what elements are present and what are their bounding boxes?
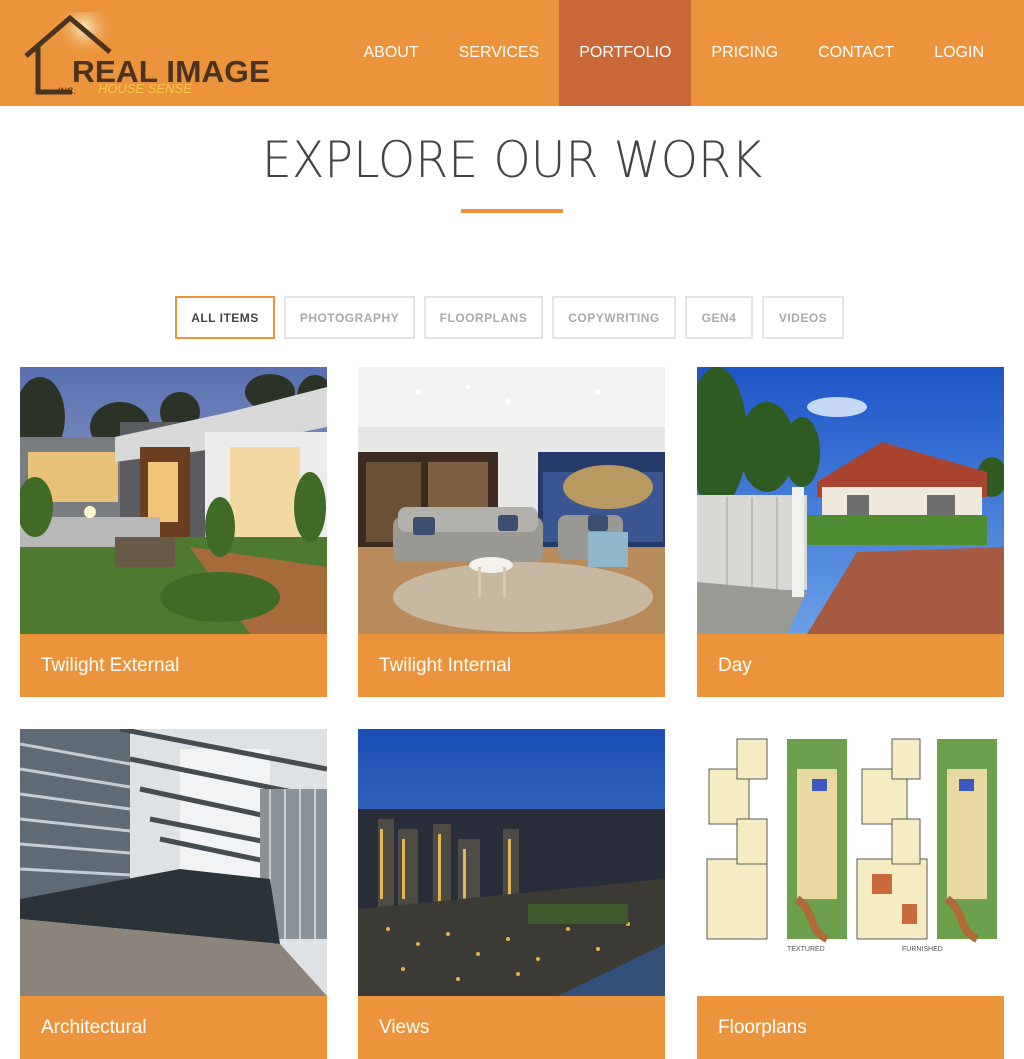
page-title: EXPLORE OUR WORK	[261, 131, 763, 189]
architectural-pool-photo	[20, 729, 327, 996]
card-caption: Day	[697, 634, 1004, 697]
portfolio-card-views[interactable]: Views	[358, 729, 665, 1059]
portfolio-card-floorplans[interactable]: TEXTURED FURNISHED Floorplans	[697, 729, 1004, 1059]
card-caption: Twilight External	[20, 634, 327, 697]
city-views-photo	[358, 729, 665, 996]
main-nav: ABOUT SERVICES PORTFOLIO PRICING CONTACT…	[343, 0, 1004, 106]
card-caption: Floorplans	[697, 996, 1004, 1059]
filter-copywriting[interactable]: COPYWRITING	[552, 296, 676, 339]
brand-inc: INC.	[58, 86, 76, 96]
site-header: REAL IMAGE INC. HOUSE SENSE ABOUT SERVIC…	[0, 0, 1024, 106]
brand-tagline: HOUSE SENSE	[98, 81, 192, 96]
filter-all-items[interactable]: ALL ITEMS	[175, 296, 275, 339]
twilight-internal-photo	[358, 367, 665, 634]
nav-login[interactable]: LOGIN	[914, 0, 1004, 106]
twilight-external-photo	[20, 367, 327, 634]
nav-services[interactable]: SERVICES	[439, 0, 560, 106]
nav-contact[interactable]: CONTACT	[798, 0, 914, 106]
title-divider	[461, 209, 563, 213]
filter-gen4[interactable]: GEN4	[685, 296, 753, 339]
floorplan-label-furnished: FURNISHED	[902, 946, 943, 953]
portfolio-card-architectural[interactable]: Architectural	[20, 729, 327, 1059]
brand-logo[interactable]: REAL IMAGE INC. HOUSE SENSE	[22, 12, 270, 98]
nav-portfolio[interactable]: PORTFOLIO	[559, 0, 692, 106]
portfolio-card-twilight-internal[interactable]: Twilight Internal	[358, 367, 665, 697]
portfolio-card-day[interactable]: Day	[697, 367, 1004, 697]
filter-photography[interactable]: PHOTOGRAPHY	[284, 296, 415, 339]
day-house-photo	[697, 367, 1004, 634]
nav-pricing[interactable]: PRICING	[691, 0, 798, 106]
portfolio-card-twilight-external[interactable]: Twilight External	[20, 367, 327, 697]
filter-floorplans[interactable]: FLOORPLANS	[424, 296, 543, 339]
nav-about[interactable]: ABOUT	[343, 0, 438, 106]
card-caption: Architectural	[20, 996, 327, 1059]
floorplan-label-textured: TEXTURED	[787, 946, 825, 953]
floorplans-image: TEXTURED FURNISHED	[697, 729, 1004, 996]
portfolio-filters: ALL ITEMS PHOTOGRAPHY FLOORPLANS COPYWRI…	[175, 296, 844, 339]
filter-videos[interactable]: VIDEOS	[762, 296, 844, 339]
card-caption: Views	[358, 996, 665, 1059]
card-caption: Twilight Internal	[358, 634, 665, 697]
